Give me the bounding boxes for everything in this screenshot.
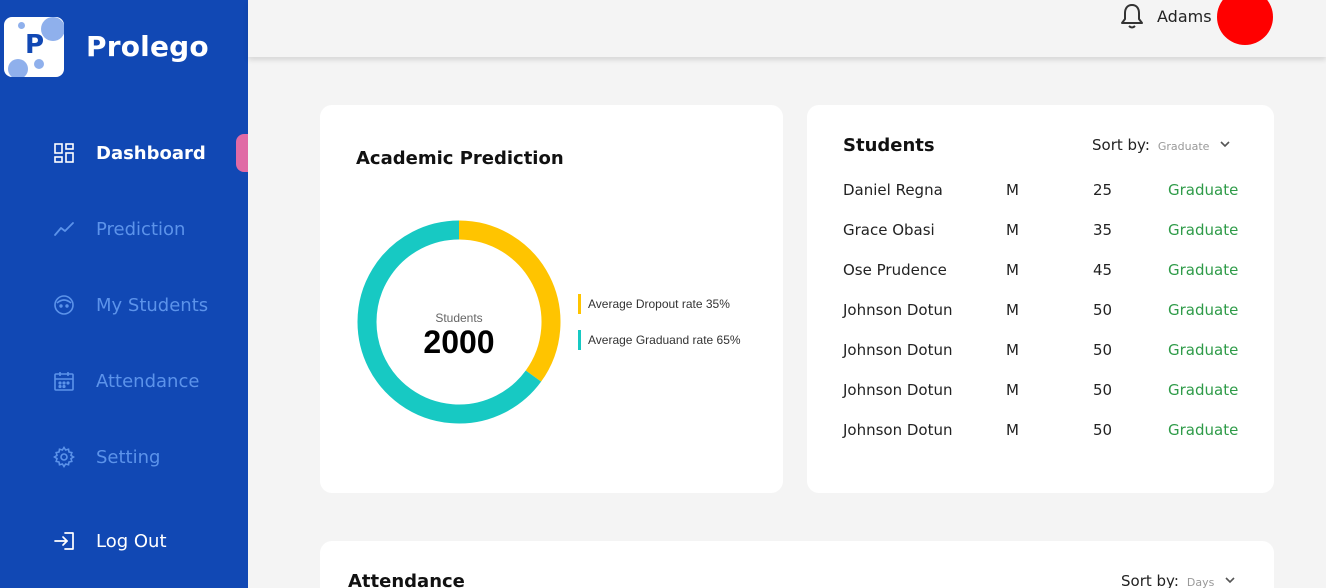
- student-gender: M: [1006, 341, 1019, 359]
- chevron-down-icon: [1225, 577, 1235, 584]
- table-row[interactable]: Johnson Dotun M 50 Graduate: [843, 381, 1243, 405]
- sidebar: P Prolego Dashboard Prediction My Studen…: [0, 0, 248, 588]
- username[interactable]: Adams: [1157, 7, 1212, 26]
- student-gender: M: [1006, 421, 1019, 439]
- sort-value: Graduate: [1157, 140, 1210, 153]
- card-title: Academic Prediction: [356, 148, 564, 169]
- legend-item-graduand: Average Graduand rate 65%: [578, 330, 741, 350]
- student-status: Graduate: [1168, 381, 1239, 399]
- student-age: 25: [1093, 181, 1113, 199]
- table-row[interactable]: Johnson Dotun M 50 Graduate: [843, 341, 1243, 365]
- logo[interactable]: P: [4, 17, 64, 77]
- attendance-sort-dropdown[interactable]: Sort by: Days: [1121, 572, 1236, 588]
- sidebar-item-label: Prediction: [96, 218, 186, 240]
- logout-button[interactable]: Log Out: [0, 521, 248, 561]
- calendar-icon: [54, 372, 74, 391]
- student-gender: M: [1006, 221, 1019, 239]
- student-status: Graduate: [1168, 421, 1239, 439]
- chevron-down-icon: [1220, 141, 1231, 148]
- donut-center-label: Students: [435, 311, 483, 325]
- logo-letter: P: [25, 30, 45, 60]
- table-row[interactable]: Johnson Dotun M 50 Graduate: [843, 421, 1243, 445]
- sidebar-item-prediction[interactable]: Prediction: [0, 209, 248, 249]
- card-title: Attendance: [348, 571, 465, 588]
- card-title: Students: [843, 135, 935, 156]
- student-age: 35: [1093, 221, 1113, 239]
- sidebar-item-dashboard[interactable]: Dashboard: [0, 133, 248, 173]
- student-status: Graduate: [1168, 301, 1239, 319]
- gear-icon: [53, 446, 75, 468]
- student-name: Daniel Regna: [843, 181, 943, 199]
- legend-swatch: [578, 294, 581, 314]
- student-age: 50: [1093, 341, 1113, 359]
- sort-label: Sort by:: [1092, 136, 1150, 154]
- dashboard-icon: [54, 143, 74, 163]
- student-name: Johnson Dotun: [843, 381, 953, 399]
- student-age: 50: [1093, 301, 1113, 319]
- student-status: Graduate: [1168, 261, 1239, 279]
- sort-value: Days: [1186, 576, 1215, 588]
- student-status: Graduate: [1168, 181, 1239, 199]
- academic-prediction-card: Academic Prediction Students 2000 Averag…: [320, 105, 783, 493]
- student-age: 50: [1093, 381, 1113, 399]
- student-face-icon: [54, 295, 74, 315]
- student-name: Grace Obasi: [843, 221, 935, 239]
- legend-item-dropout: Average Dropout rate 35%: [578, 294, 730, 314]
- table-row[interactable]: Grace Obasi M 35 Graduate: [843, 221, 1243, 245]
- student-name: Johnson Dotun: [843, 421, 953, 439]
- student-name: Johnson Dotun: [843, 341, 953, 359]
- student-age: 50: [1093, 421, 1113, 439]
- sidebar-item-setting[interactable]: Setting: [0, 437, 248, 477]
- sidebar-item-label: Setting: [96, 446, 161, 468]
- student-status: Graduate: [1168, 341, 1239, 359]
- table-row[interactable]: Johnson Dotun M 50 Graduate: [843, 301, 1243, 325]
- legend-label: Average Graduand rate 65%: [588, 333, 741, 347]
- student-name: Johnson Dotun: [843, 301, 953, 319]
- student-gender: M: [1006, 301, 1019, 319]
- bell-icon[interactable]: [1119, 2, 1145, 30]
- logout-icon: [54, 532, 74, 550]
- sidebar-item-my-students[interactable]: My Students: [0, 285, 248, 325]
- trend-icon: [54, 222, 74, 236]
- student-gender: M: [1006, 181, 1019, 199]
- brand-name[interactable]: Prolego: [86, 30, 209, 63]
- student-age: 45: [1093, 261, 1113, 279]
- student-gender: M: [1006, 261, 1019, 279]
- legend-swatch: [578, 330, 581, 350]
- students-card: Students Sort by: Graduate Daniel Regna …: [807, 105, 1274, 493]
- sidebar-item-label: My Students: [96, 294, 209, 316]
- sidebar-item-attendance[interactable]: Attendance: [0, 361, 248, 401]
- legend-label: Average Dropout rate 35%: [588, 297, 730, 311]
- table-row[interactable]: Ose Prudence M 45 Graduate: [843, 261, 1243, 285]
- sort-label: Sort by:: [1121, 572, 1179, 588]
- sidebar-item-label: Attendance: [96, 370, 200, 392]
- donut-center-value: 2000: [423, 324, 495, 360]
- student-gender: M: [1006, 381, 1019, 399]
- students-sort-dropdown[interactable]: Sort by: Graduate: [1092, 136, 1231, 154]
- table-row[interactable]: Daniel Regna M 25 Graduate: [843, 181, 1243, 205]
- logout-label: Log Out: [96, 530, 167, 552]
- sidebar-item-label: Dashboard: [96, 142, 206, 164]
- student-name: Ose Prudence: [843, 261, 947, 279]
- attendance-card: Attendance Sort by: Days: [320, 541, 1274, 588]
- student-status: Graduate: [1168, 221, 1239, 239]
